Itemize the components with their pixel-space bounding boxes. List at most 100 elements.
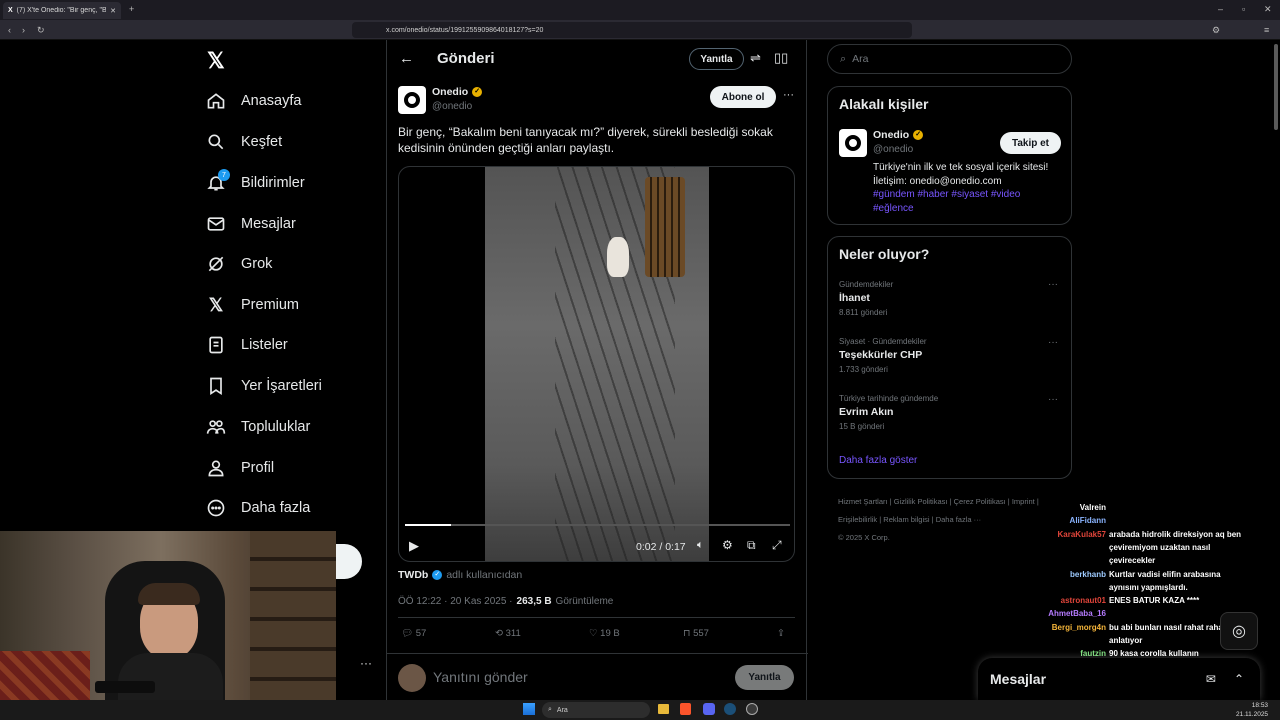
- video-progress-track[interactable]: [405, 524, 790, 526]
- clock[interactable]: 18:53 21.11.2025: [1236, 701, 1268, 719]
- footer-link[interactable]: Gizlilik Politikası: [894, 497, 948, 506]
- nav-item-bookmarks[interactable]: Yer İşaretleri: [205, 371, 322, 401]
- divider: [387, 653, 808, 654]
- nav-label: Listeler: [241, 337, 288, 353]
- browser-tab[interactable]: X (7) X'te Onedio: "Bir genç, "Bakalı ✕: [3, 2, 121, 19]
- page-scrollbar[interactable]: [1274, 44, 1278, 130]
- brave-browser-icon[interactable]: [680, 703, 691, 715]
- address-bar[interactable]: x.com/onedio/status/1991255909864018127?…: [352, 22, 912, 38]
- file-explorer-icon[interactable]: [658, 704, 669, 714]
- video-frame: [485, 167, 709, 561]
- chat-message: berkhanb Kurtlar vadisi elifin arabasına: [1010, 568, 1272, 581]
- expand-icon[interactable]: ⌃: [1234, 672, 1244, 686]
- follow-button[interactable]: Takip et: [1000, 132, 1061, 154]
- footer-link[interactable]: Daha fazla ···: [936, 515, 981, 524]
- account-more-icon[interactable]: ···: [360, 656, 372, 670]
- pip-icon[interactable]: ⧉: [747, 538, 756, 553]
- more-circle-icon: [205, 497, 227, 519]
- share-icon[interactable]: ⇪: [777, 628, 785, 639]
- stream-logo-icon: ◎: [1220, 612, 1258, 650]
- main-column: ← Gönderi Yanıtla ⇌ ▯▯ Onedio ✓ @onedio …: [386, 40, 808, 700]
- reply-submit-button[interactable]: Yanıtla: [735, 665, 794, 690]
- trend-more-icon[interactable]: ···: [1048, 337, 1058, 348]
- nav-item-profile[interactable]: Profil: [205, 453, 274, 483]
- discord-icon[interactable]: [703, 703, 715, 715]
- subscribe-button[interactable]: Abone ol: [710, 86, 776, 108]
- bookmark-action[interactable]: ⊓ 557: [683, 628, 709, 639]
- avatar[interactable]: [398, 86, 426, 114]
- webcam-person-hair: [138, 583, 200, 605]
- obs-icon[interactable]: [746, 703, 758, 715]
- reader-icon[interactable]: ▯▯: [774, 50, 788, 66]
- nav-item-notifications[interactable]: 7 Bildirimler: [205, 168, 305, 198]
- nav-label: Yer İşaretleri: [241, 378, 322, 394]
- bookmark-icon: [205, 375, 227, 397]
- related-tags[interactable]: #gündem #haber #siyaset #video #eğlence: [873, 188, 1063, 216]
- video-player[interactable]: ▶ 0:02 / 0:17 🔈︎ ⚙ ⧉ ⤢: [398, 166, 795, 562]
- footer-link[interactable]: Çerez Politikası: [954, 497, 1006, 506]
- nav-item-premium[interactable]: 𝕏 Premium: [205, 290, 299, 320]
- post-timestamp[interactable]: ÖÖ 12:22 · 20 Kas 2025 ·: [398, 596, 513, 607]
- search-placeholder: Ara: [852, 53, 869, 65]
- reply-action[interactable]: 💬︎ 57: [401, 628, 426, 639]
- bookmark-count: 557: [693, 628, 709, 639]
- nav-item-explore[interactable]: Keşfet: [205, 127, 282, 157]
- volume-icon[interactable]: 🔈︎: [697, 539, 704, 552]
- close-tab-icon[interactable]: ✕: [110, 7, 116, 15]
- nav-item-home[interactable]: Anasayfa: [205, 86, 301, 116]
- search-box-icon: ⌕: [840, 52, 847, 65]
- menu-icon[interactable]: ≡: [1264, 20, 1269, 40]
- author-handle[interactable]: @onedio: [432, 101, 472, 112]
- trend-more-icon[interactable]: ···: [1048, 279, 1058, 290]
- nav-item-lists[interactable]: Listeler: [205, 330, 288, 360]
- forward-icon[interactable]: ›: [22, 20, 25, 40]
- windows-start-icon[interactable]: [523, 703, 535, 715]
- reply-input[interactable]: Yanıtını gönder: [433, 669, 528, 685]
- trend-item[interactable]: Gündemdekiler İhanet 8.811 gönderi: [839, 280, 1059, 317]
- minimize-icon[interactable]: –: [1218, 0, 1223, 19]
- related-avatar[interactable]: [839, 129, 867, 157]
- nav-item-grok[interactable]: Grok: [205, 249, 272, 279]
- related-name-row[interactable]: Onedio ✓: [873, 129, 924, 141]
- like-action[interactable]: ♡ 19 B: [589, 628, 620, 639]
- taskbar-search[interactable]: ⌕ Ara: [542, 702, 650, 718]
- trend-item[interactable]: Siyaset · Gündemdekiler Teşekkürler CHP …: [839, 337, 1059, 374]
- video-credit[interactable]: TWDb ✓ adlı kullanıcıdan: [398, 569, 522, 581]
- chat-username: berkhanb: [1069, 569, 1106, 579]
- reload-icon[interactable]: ↻: [37, 20, 45, 40]
- steam-icon[interactable]: [724, 703, 736, 715]
- nav-item-more[interactable]: Daha fazla: [205, 493, 310, 523]
- trend-more-icon[interactable]: ···: [1048, 394, 1058, 405]
- show-more-link[interactable]: Daha fazla göster: [839, 455, 917, 466]
- footer-link[interactable]: Reklam bilgisi: [883, 515, 929, 524]
- x-logo[interactable]: 𝕏: [207, 48, 225, 74]
- video-progress-fill: [405, 524, 452, 526]
- window-close-icon[interactable]: ✕: [1264, 0, 1272, 19]
- footer-link[interactable]: Hizmet Şartları: [838, 497, 888, 506]
- messages-drawer-title: Mesajlar: [990, 671, 1047, 687]
- new-message-icon[interactable]: ✉: [1206, 672, 1216, 686]
- messages-drawer[interactable]: Mesajlar ✉ ⌃: [978, 658, 1260, 700]
- extensions-icon[interactable]: ⚙: [1212, 20, 1220, 40]
- back-icon[interactable]: ‹: [8, 20, 11, 40]
- divider: [398, 617, 795, 618]
- chat-text: Kurtlar vadisi elifin arabasına: [1109, 569, 1221, 579]
- repost-action[interactable]: ⟲ 311: [495, 628, 521, 639]
- nav-item-communities[interactable]: Topluluklar: [205, 412, 310, 442]
- more-options-icon[interactable]: ···: [783, 89, 794, 101]
- filter-icon[interactable]: ⇌: [750, 50, 761, 66]
- trend-item[interactable]: Türkiye tarihinde gündemde Evrim Akın 15…: [839, 394, 1059, 431]
- play-icon[interactable]: ▶: [409, 538, 419, 554]
- footer-link[interactable]: Erişilebilirlik: [838, 515, 877, 524]
- chat-username: AhmetBaba_16: [1048, 609, 1106, 619]
- settings-icon[interactable]: ⚙: [722, 538, 733, 552]
- header-reply-button[interactable]: Yanıtla: [689, 48, 744, 70]
- maximize-icon[interactable]: ▫: [1242, 0, 1245, 19]
- fullscreen-icon[interactable]: ⤢: [772, 538, 782, 553]
- nav-label: Daha fazla: [241, 500, 311, 516]
- back-arrow-icon[interactable]: ←: [399, 50, 414, 67]
- author-name-row[interactable]: Onedio ✓: [432, 86, 483, 98]
- nav-item-messages[interactable]: Mesajlar: [205, 209, 296, 239]
- new-tab-icon[interactable]: +: [129, 0, 134, 19]
- search-box[interactable]: ⌕ Ara: [827, 44, 1072, 74]
